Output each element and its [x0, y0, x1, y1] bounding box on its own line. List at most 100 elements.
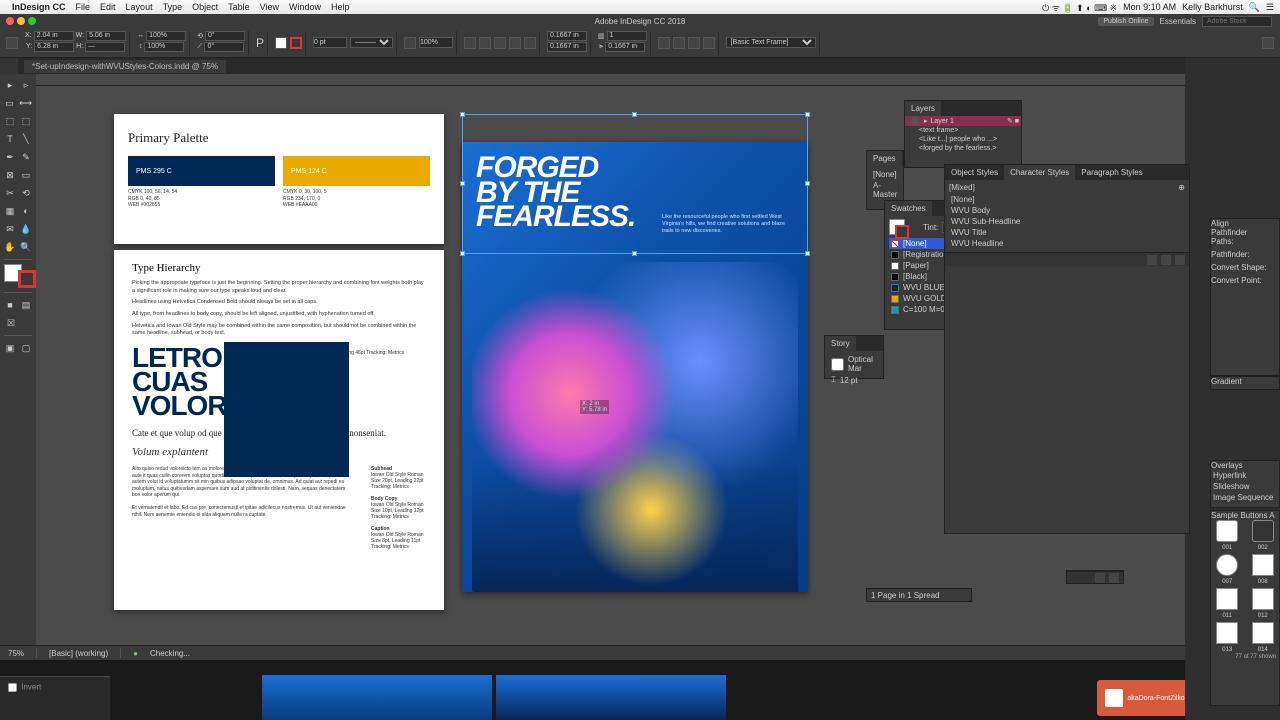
pages-none[interactable]: [None]	[871, 169, 899, 180]
button-sample[interactable]: 014	[1247, 622, 1280, 653]
align-pathfinder-panel[interactable]: AlignPathfinder Paths: Pathfinder: Conve…	[1210, 218, 1280, 376]
styles-panel[interactable]: Object Styles Character Styles Paragraph…	[944, 164, 1190, 534]
menu-app[interactable]: InDesign CC	[12, 2, 66, 12]
selection-tool[interactable]: ▸	[3, 77, 17, 93]
button-sample[interactable]: 013	[1211, 622, 1244, 653]
rectangle-tool[interactable]: ▭	[19, 167, 33, 183]
style-item[interactable]: WVU Sub-Headline	[949, 216, 1185, 227]
window-thumbnail[interactable]	[496, 675, 726, 720]
shear-field[interactable]	[204, 42, 244, 52]
scissors-tool[interactable]: ✂	[3, 185, 17, 201]
story-panel[interactable]: Story Optical Mar ⌶12 pt	[824, 335, 884, 379]
overlay-item[interactable]: Slideshow	[1211, 481, 1279, 492]
preflight-basic[interactable]: [Basic] (working)	[49, 649, 108, 658]
eyedropper-tool[interactable]: 💧	[19, 221, 33, 237]
clear-override-icon[interactable]	[1147, 255, 1157, 265]
new-swatch-icon[interactable]	[1095, 573, 1105, 583]
valign-top-icon[interactable]	[658, 37, 670, 49]
pages-a-master[interactable]: A-Master	[871, 180, 899, 200]
text-wrap-icon[interactable]	[524, 37, 536, 49]
inset-field[interactable]	[547, 42, 587, 52]
button-sample[interactable]: 012	[1247, 588, 1280, 619]
character-styles-tab[interactable]: Character Styles	[1004, 165, 1075, 180]
sample-buttons-tab[interactable]: Sample Buttons A	[1211, 511, 1279, 520]
new-style-button[interactable]	[1161, 255, 1171, 265]
note-tool[interactable]: ✉	[3, 221, 17, 237]
scale-x-field[interactable]	[146, 31, 186, 41]
valign-bottom-icon[interactable]	[688, 37, 700, 49]
content-placer-tool[interactable]: ⬚	[19, 113, 33, 129]
delete-style-button[interactable]	[1175, 255, 1185, 265]
text-wrap-icon[interactable]	[464, 37, 476, 49]
stroke-weight-field[interactable]	[313, 37, 347, 48]
delete-swatch-icon[interactable]	[1109, 573, 1119, 583]
pen-tool[interactable]: ✒	[3, 149, 17, 165]
invert-checkbox[interactable]	[8, 683, 17, 692]
sample-buttons-panel[interactable]: Sample Buttons A 001 002 007 008 011 012…	[1210, 510, 1280, 706]
type-tool[interactable]: T	[3, 131, 17, 147]
button-sample[interactable]: 011	[1211, 588, 1244, 619]
layer-sub-item[interactable]: <text frame>	[905, 126, 1021, 135]
gradient-swatch-tool[interactable]: ▦	[3, 203, 17, 219]
overlays-tab[interactable]: Overlays	[1211, 461, 1279, 470]
layers-panel[interactable]: Layers ▸ Layer 1✎ ■ <text frame> <Like t…	[904, 100, 1022, 168]
direct-selection-tool[interactable]: ▹	[19, 77, 33, 93]
view-mode-normal[interactable]: ▣	[3, 340, 17, 356]
spotlight-icon[interactable]: 🔍	[1249, 2, 1260, 13]
text-wrap-icon[interactable]	[479, 37, 491, 49]
view-mode-preview[interactable]: ▢	[19, 340, 33, 356]
text-wrap-icon[interactable]	[494, 37, 506, 49]
zoom-icon[interactable]	[28, 17, 36, 25]
apply-color-icon[interactable]: ■	[3, 297, 17, 313]
optical-margin-checkbox[interactable]	[831, 358, 844, 371]
overlay-item[interactable]: Hyperlink	[1211, 470, 1279, 481]
style-item[interactable]: WVU Body	[949, 205, 1185, 216]
menu-table[interactable]: Table	[228, 2, 250, 12]
object-style-select[interactable]: [Basic Text Frame]	[726, 37, 816, 48]
y-field[interactable]	[34, 42, 74, 52]
columns-field[interactable]	[607, 31, 647, 41]
menu-help[interactable]: Help	[331, 2, 350, 12]
content-collector-tool[interactable]: ⬚	[3, 113, 17, 129]
clock[interactable]: Mon 9:10 AM	[1123, 2, 1176, 12]
style-item[interactable]: WVU Headline	[949, 238, 1185, 249]
gap-tool[interactable]: ⟷	[18, 95, 33, 111]
stroke-swatch-icon[interactable]	[290, 37, 302, 49]
fill-swatch-icon[interactable]	[275, 37, 287, 49]
fx-icon[interactable]	[404, 37, 416, 49]
menu-edit[interactable]: Edit	[100, 2, 116, 12]
style-item[interactable]: WVU Title	[949, 227, 1185, 238]
workspace-switcher[interactable]: Essentials	[1160, 17, 1196, 26]
gradient-feather-tool[interactable]: ◐	[19, 203, 33, 219]
pencil-tool[interactable]: ✎	[19, 149, 33, 165]
apply-gradient-icon[interactable]: ▤	[19, 297, 33, 313]
transform-tool[interactable]: ⟲	[19, 185, 33, 201]
pathfinder-tab[interactable]: Pathfinder	[1211, 228, 1279, 237]
adobe-stock-search[interactable]	[1202, 16, 1272, 27]
publish-online-button[interactable]: Publish Online	[1098, 17, 1153, 26]
fill-stroke-swatch[interactable]	[4, 264, 36, 288]
overlays-panel[interactable]: Overlays Hyperlink Slideshow Image Seque…	[1210, 460, 1280, 508]
stroke-style-select[interactable]: ———	[350, 37, 393, 48]
document-tab[interactable]: *Set-upIndesign-withWVUStyles-Colors.ind…	[24, 60, 226, 73]
menubar-list-icon[interactable]: ☰	[1266, 2, 1274, 13]
minimize-icon[interactable]	[17, 17, 25, 25]
placed-rectangle[interactable]	[224, 342, 349, 477]
menu-window[interactable]: Window	[289, 2, 321, 12]
gradient-panel[interactable]: Gradient	[1210, 376, 1280, 390]
w-field[interactable]	[86, 31, 126, 41]
layer-sub-item[interactable]: <Like t...| people who ...>	[905, 135, 1021, 144]
x-field[interactable]	[34, 31, 74, 41]
apply-none-icon[interactable]: ☒	[3, 315, 19, 331]
close-icon[interactable]	[6, 17, 14, 25]
window-controls[interactable]	[6, 17, 36, 25]
object-styles-tab[interactable]: Object Styles	[945, 165, 1004, 180]
menu-object[interactable]: Object	[192, 2, 218, 12]
story-tab[interactable]: Story	[825, 336, 856, 351]
rectangle-frame-tool[interactable]: ⊠	[3, 167, 17, 183]
selection-frame[interactable]	[462, 114, 808, 254]
user-name[interactable]: Kelly Barkhurst	[1182, 2, 1243, 12]
valign-center-icon[interactable]	[673, 37, 685, 49]
fill-proxy-icon[interactable]	[889, 219, 905, 235]
char-format-icon[interactable]: P	[256, 36, 264, 50]
